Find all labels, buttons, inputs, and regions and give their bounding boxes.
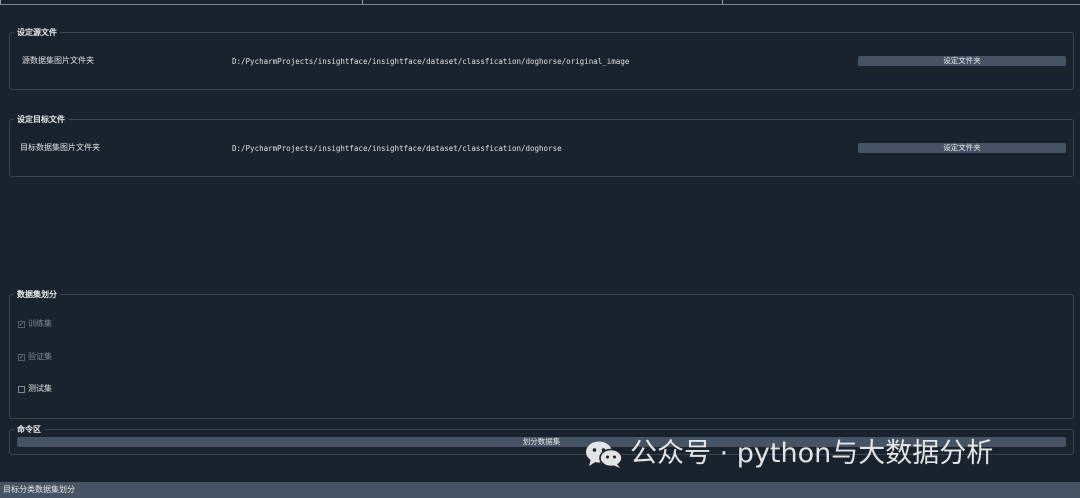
- dataset-split-group: 数据集划分 ✓ 训练集 ✓ 验证集 测试集: [9, 289, 1074, 419]
- status-text: 目标分类数据集划分: [3, 485, 75, 494]
- validation-set-label: 验证集: [28, 352, 52, 361]
- source-group-title: 设定源文件: [14, 27, 60, 38]
- target-folder-path: D:/PycharmProjects/insightface/insightfa…: [232, 144, 562, 153]
- target-file-group: 设定目标文件 目标数据集图片文件夹 D:/PycharmProjects/ins…: [9, 114, 1074, 177]
- checkbox-unchecked-icon: [18, 385, 25, 393]
- set-source-folder-button[interactable]: 设定文件夹: [858, 56, 1066, 66]
- checkbox-checked-icon: ✓: [18, 320, 25, 328]
- split-group-title: 数据集划分: [14, 289, 60, 300]
- test-set-checkbox[interactable]: 测试集: [18, 384, 52, 394]
- set-target-folder-button[interactable]: 设定文件夹: [858, 143, 1066, 153]
- status-bar: 目标分类数据集划分: [0, 482, 1080, 498]
- target-folder-label: 目标数据集图片文件夹: [20, 143, 100, 152]
- validation-set-checkbox[interactable]: ✓ 验证集: [18, 352, 52, 362]
- frame-corner-left: [0, 0, 1, 4]
- test-set-label: 测试集: [28, 384, 52, 393]
- watermark: 公众号 · python与大数据分析: [584, 436, 993, 472]
- source-folder-label: 源数据集图片文件夹: [22, 56, 94, 65]
- wechat-icon: [584, 439, 624, 469]
- frame-tick: [362, 0, 363, 4]
- frame-tick: [722, 0, 723, 4]
- command-group-title: 命令区: [14, 424, 44, 435]
- source-file-group: 设定源文件 源数据集图片文件夹 D:/PycharmProjects/insig…: [9, 27, 1074, 90]
- source-folder-path: D:/PycharmProjects/insightface/insightfa…: [232, 57, 630, 66]
- watermark-text: 公众号 · python与大数据分析: [630, 438, 994, 469]
- checkbox-checked-icon: ✓: [18, 353, 25, 361]
- train-set-label: 训练集: [28, 319, 52, 328]
- window-top-frame: [0, 0, 1080, 5]
- train-set-checkbox[interactable]: ✓ 训练集: [18, 319, 52, 329]
- target-group-title: 设定目标文件: [14, 114, 68, 125]
